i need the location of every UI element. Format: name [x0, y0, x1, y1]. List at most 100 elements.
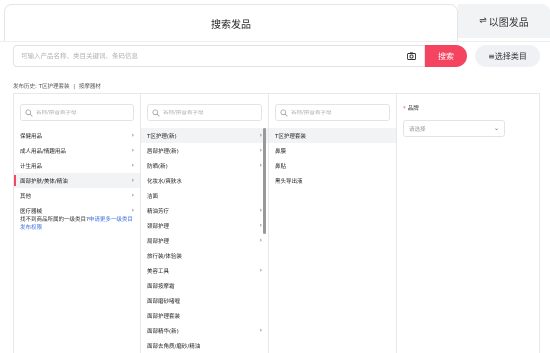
list-item[interactable]: 防晒(新) › — [141, 158, 268, 173]
list-item-label: 黑头导出液 — [275, 178, 303, 185]
chevron-right-icon: › — [259, 237, 262, 244]
list-item[interactable]: 化妆水/爽肤水 — [141, 173, 268, 188]
tab-image-publish[interactable]: ⇌ 以图发品 — [458, 4, 550, 38]
list-item[interactable]: 成人用品/情趣用品 › — [14, 143, 140, 158]
search-button-label: 搜索 — [438, 51, 454, 61]
history-prefix: 发布历史: — [13, 84, 37, 90]
list-item[interactable]: 面部磨砂啫喱 — [141, 293, 268, 308]
list-item[interactable]: 旅行装/体验装 — [141, 248, 268, 263]
list-item[interactable]: 保健用品 › — [14, 128, 140, 143]
chevron-right-icon: › — [259, 267, 262, 274]
category-column-level1: 保健用品›成人用品/情趣用品›计生用品›面部护肤/美体/精油›其他›医疗器械› … — [14, 94, 141, 353]
list-item-label: 旅行装/体验装 — [147, 253, 182, 260]
history-item[interactable]: 按摩器材 — [79, 84, 101, 90]
brand-label: * 品牌 — [403, 104, 419, 112]
list-item[interactable]: 面部精华(新) › — [141, 323, 268, 338]
list-item-label: 局部护理 — [147, 238, 170, 245]
search-button[interactable]: 搜索 — [425, 45, 467, 67]
publish-history: 发布历史: T区护理套装 | 按摩器材 — [13, 82, 101, 90]
search-bar — [13, 45, 425, 67]
category-list: T区护理套装鼻膜鼻贴黑头导出液 — [269, 128, 396, 188]
history-item[interactable]: T区护理套装 — [39, 84, 70, 90]
list-item-label: 面部护理套装 — [147, 313, 181, 320]
tab-search-publish[interactable]: 搜索发品 — [4, 4, 458, 42]
list-item[interactable]: 精油芳疗 › — [141, 203, 268, 218]
search-icon — [25, 108, 33, 117]
list-item[interactable]: 鼻贴 — [269, 158, 396, 173]
list-item-label: 成人用品/情趣用品 — [20, 148, 66, 155]
list-item[interactable]: 颈部护理 › — [141, 218, 268, 233]
missing-category-note: 找不到商品所属的一级类目?申请更多一级类目发布权限 — [20, 216, 138, 232]
chevron-right-icon: › — [131, 132, 134, 139]
chevron-right-icon: › — [259, 222, 262, 229]
list-item-label: 面部去角质/磨砂/精油 — [147, 343, 201, 350]
chevron-down-icon: ⌄ — [493, 125, 499, 132]
chevron-right-icon: › — [259, 207, 262, 214]
choose-category-button[interactable]: ≡选择类目 — [475, 45, 540, 67]
list-item-label: T区护理(新) — [147, 133, 177, 140]
list-item-label: 面部护肤/美体/精油 — [20, 178, 68, 185]
list-item[interactable]: 黑头导出液 — [269, 173, 396, 188]
brand-label-text: 品牌 — [407, 106, 419, 112]
list-item[interactable]: 美容工具 › — [141, 263, 268, 278]
list-item-label: 唇部护理(新) — [147, 148, 179, 155]
list-item-label: 鼻贴 — [275, 163, 287, 170]
column-search — [275, 104, 390, 121]
brand-column: * 品牌 请选择 ⌄ — [397, 94, 541, 353]
category-column-level2: T区护理(新)›唇部护理(新)›防晒(新)›化妆水/爽肤水洁面精油芳疗›颈部护理… — [141, 94, 269, 353]
tab-image-publish-label: 以图发品 — [488, 17, 529, 29]
chevron-right-icon: › — [259, 327, 262, 334]
list-item[interactable]: T区护理(新) › — [141, 128, 268, 143]
list-item[interactable]: 唇部护理(新) › — [141, 143, 268, 158]
list-item-label: 化妆水/爽肤水 — [147, 178, 182, 185]
list-item-label: 医疗器械 — [20, 208, 43, 215]
category-list: T区护理(新) › 唇部护理(新) › 防晒(新) › 化妆水/爽肤水 洁面 精油芳疗 › 颈部护理… — [141, 128, 268, 353]
list-item-label: 面部精华(新) — [147, 328, 179, 335]
list-item[interactable]: 面部按摩霜 — [141, 278, 268, 293]
chevron-right-icon: › — [131, 147, 134, 154]
category-panel: 保健用品›成人用品/情趣用品›计生用品›面部护肤/美体/精油›其他›医疗器械› … — [13, 93, 540, 353]
column-search-input[interactable] — [291, 109, 381, 116]
column-search — [147, 104, 262, 121]
column-search — [20, 104, 134, 121]
column-search-input[interactable] — [36, 109, 126, 116]
chevron-right-icon: › — [259, 162, 262, 169]
list-item-label: 保健用品 — [20, 133, 43, 140]
chevron-right-icon: › — [131, 177, 134, 184]
list-item-label: 面部磨砂啫喱 — [147, 298, 181, 305]
scrollbar[interactable] — [263, 128, 266, 234]
camera-icon[interactable] — [404, 49, 418, 63]
choose-category-label: ≡选择类目 — [488, 51, 527, 61]
tab-bar: 搜索发品 ⇌ 以图发品 — [0, 0, 550, 42]
list-item[interactable]: 面部护理套装 — [141, 308, 268, 323]
list-item[interactable]: 面部去角质/磨砂/精油 — [141, 338, 268, 353]
list-item-label: 面部按摩霜 — [147, 283, 175, 290]
list-item[interactable]: T区护理套装 — [269, 128, 396, 143]
brand-select-placeholder: 请选择 — [409, 126, 426, 133]
list-item[interactable]: 局部护理 › — [141, 233, 268, 248]
list-item[interactable]: 其他 › — [14, 188, 140, 203]
search-icon — [152, 108, 160, 117]
list-item[interactable]: 洁面 — [141, 188, 268, 203]
chevron-right-icon: › — [131, 192, 134, 199]
list-item[interactable]: 面部护肤/美体/精油 › — [14, 173, 140, 188]
list-item[interactable]: 计生用品 › — [14, 158, 140, 173]
chevron-right-icon: › — [131, 207, 134, 214]
list-item-label: 颈部护理 — [147, 223, 170, 230]
list-item-label: 精油芳疗 — [147, 208, 170, 215]
swap-arrows-icon: ⇌ — [479, 16, 487, 26]
column-search-input[interactable] — [163, 109, 253, 116]
note-text: 找不到商品所属的一级类目? — [20, 217, 89, 223]
brand-select[interactable]: 请选择 ⌄ — [403, 120, 505, 137]
list-item-label: 鼻膜 — [275, 148, 287, 155]
required-mark: * — [403, 106, 406, 112]
list-item[interactable]: 鼻膜 — [269, 143, 396, 158]
search-icon — [280, 108, 288, 117]
search-input[interactable] — [14, 52, 404, 60]
category-column-level3: T区护理套装鼻膜鼻贴黑头导出液 — [269, 94, 397, 353]
history-separator: | — [73, 84, 76, 90]
chevron-right-icon: › — [131, 162, 134, 169]
list-item-label: 洁面 — [147, 193, 159, 200]
category-list: 保健用品 › 成人用品/情趣用品 › 计生用品 › 面部护肤/美体/精油 › 其他 › 医疗器械 › — [14, 128, 140, 218]
list-item-label: 计生用品 — [20, 163, 43, 170]
